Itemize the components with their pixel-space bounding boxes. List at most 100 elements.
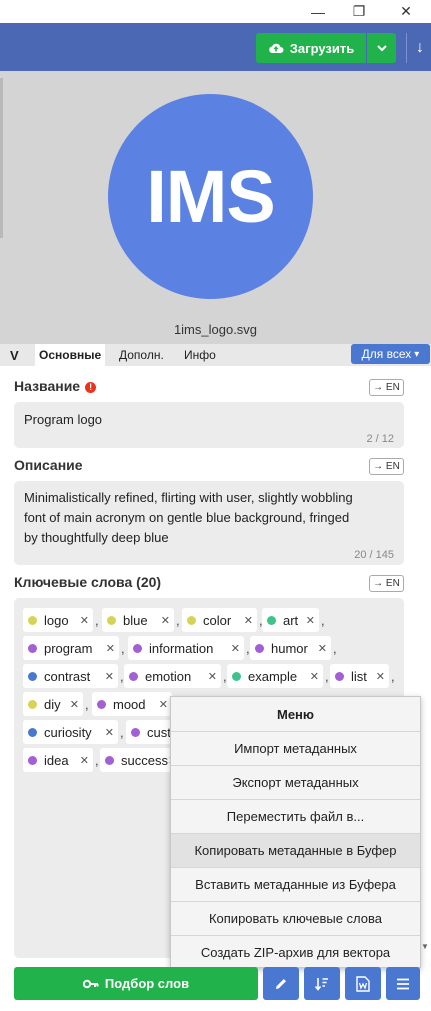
remove-keyword-icon[interactable]: ✕	[106, 642, 115, 655]
keyword-color-dot	[133, 643, 142, 653]
menu-item-copy-metadata[interactable]: Копировать метаданные в Буфер	[171, 833, 420, 867]
keyword-color-dot	[335, 671, 344, 681]
keyword-chip[interactable]: cust✕	[126, 720, 180, 744]
pencil-icon	[276, 978, 286, 989]
keyword-separator: ,	[121, 641, 125, 656]
pick-words-button[interactable]: Подбор слов	[14, 967, 258, 1000]
menu-item-import-metadata[interactable]: Импорт метаданных	[171, 731, 420, 765]
word-doc-icon	[356, 975, 370, 992]
keyword-text: art	[283, 612, 299, 628]
menu-button[interactable]	[386, 967, 420, 1000]
keywords-translate-button[interactable]: → EN	[369, 575, 404, 592]
chevron-down-icon: ▾	[414, 348, 420, 360]
keyword-chip[interactable]: contrast ✕	[23, 664, 118, 688]
description-line: Minimalistically refined, flirting with …	[24, 490, 353, 505]
keyword-chip[interactable]: emotion ✕	[124, 664, 221, 688]
keyword-color-dot	[28, 755, 37, 765]
sort-button[interactable]	[304, 967, 340, 1000]
keyword-separator: ,	[333, 641, 337, 656]
remove-keyword-icon[interactable]: ✕	[80, 754, 89, 767]
keyword-chip[interactable]: program ✕	[23, 636, 119, 660]
menu-title: Меню	[276, 706, 314, 722]
remove-keyword-icon[interactable]: ✕	[318, 642, 327, 655]
keyword-color-dot	[131, 727, 140, 737]
down-arrow-button[interactable]: ↓	[410, 33, 430, 63]
menu-item-move-file[interactable]: Переместить файл в...	[171, 799, 420, 833]
keyword-color-dot	[232, 671, 241, 681]
description-translate-button[interactable]: → EN	[369, 458, 404, 475]
keyword-chip[interactable]: idea ✕	[23, 748, 93, 772]
scroll-down-arrow-icon[interactable]: ▼	[421, 942, 429, 952]
keyword-text: humor	[271, 640, 308, 656]
remove-keyword-icon[interactable]: ✕	[105, 670, 114, 683]
remove-keyword-icon[interactable]: ✕	[231, 642, 240, 655]
keyword-chip[interactable]: diy ✕	[23, 692, 83, 716]
upload-button[interactable]: Загрузить	[256, 33, 366, 63]
remove-keyword-icon[interactable]: ✕	[161, 614, 170, 627]
keyword-chip[interactable]: curiosity ✕	[23, 720, 118, 744]
remove-keyword-icon[interactable]: ✕	[105, 726, 114, 739]
keywords-heading: Ключевые слова (20)	[14, 574, 161, 590]
chevron-down-icon	[376, 44, 387, 51]
keyword-chip[interactable]: color ✕	[182, 608, 257, 632]
keyword-text: idea	[44, 752, 69, 768]
keyword-color-dot	[105, 755, 114, 765]
keyword-separator: ,	[321, 613, 325, 628]
remove-keyword-icon[interactable]: ✕	[244, 614, 253, 627]
keyword-text: diy	[44, 696, 61, 712]
tab-info[interactable]: Инфо	[180, 344, 220, 366]
description-heading: Описание	[14, 457, 83, 473]
edit-button[interactable]	[263, 967, 299, 1000]
file-name: 1ims_logo.svg	[173, 322, 258, 337]
remove-keyword-icon[interactable]: ✕	[306, 614, 315, 627]
hamburger-menu-icon	[397, 978, 409, 989]
menu-item-create-zip[interactable]: Создать ZIP-архив для вектора	[171, 935, 420, 969]
menu-item-paste-metadata[interactable]: Вставить метаданные из Буфера	[171, 867, 420, 901]
menu-item-copy-keywords[interactable]: Копировать ключевые слова	[171, 901, 420, 935]
close-window-button[interactable]: ✕	[391, 0, 421, 23]
keyword-color-dot	[28, 727, 37, 737]
tab-additional[interactable]: Дополн.	[115, 344, 168, 366]
keyword-chip[interactable]: information ✕	[128, 636, 244, 660]
keyword-color-dot	[107, 615, 116, 625]
keyword-separator: ,	[176, 613, 180, 628]
keyword-color-dot	[28, 699, 37, 709]
tab-main[interactable]: Основные	[35, 344, 106, 366]
preview-scrollbar[interactable]	[0, 78, 3, 238]
title-field[interactable]: Program logo 2 / 12	[14, 402, 404, 448]
toolbar-divider	[406, 33, 407, 63]
keyword-chip[interactable]: example ✕	[227, 664, 323, 688]
keyword-chip[interactable]: success✕	[100, 748, 177, 772]
remove-keyword-icon[interactable]: ✕	[310, 670, 319, 683]
remove-keyword-icon[interactable]: ✕	[80, 614, 89, 627]
keyword-color-dot	[97, 699, 106, 709]
description-line: by thoughtfully deep blue	[24, 530, 169, 545]
restore-button[interactable]: ❐	[344, 0, 374, 23]
remove-keyword-icon[interactable]: ✕	[159, 698, 168, 711]
remove-keyword-icon[interactable]: ✕	[208, 670, 217, 683]
tab-additional-label: Дополн.	[119, 348, 164, 362]
keywords-label: Ключевые слова (20)	[14, 574, 162, 590]
keyword-chip[interactable]: mood ✕	[92, 692, 172, 716]
description-line: font of main acronym on gentle blue back…	[24, 510, 350, 525]
description-field[interactable]: Minimalistically refined, flirting with …	[14, 481, 404, 565]
keyword-chip[interactable]: humor ✕	[250, 636, 331, 660]
upload-options-button[interactable]	[367, 33, 396, 63]
sort-icon	[314, 977, 328, 991]
minimize-button[interactable]: —	[303, 0, 333, 23]
scope-label: Для всех	[361, 347, 412, 361]
restore-icon: ❐	[352, 3, 366, 19]
keyword-chip[interactable]: art ✕	[262, 608, 319, 632]
keyword-chip[interactable]: blue ✕	[102, 608, 174, 632]
keyword-color-dot	[267, 615, 276, 625]
word-export-button[interactable]	[345, 967, 381, 1000]
context-menu: Меню Импорт метаданных Экспорт метаданны…	[170, 696, 421, 968]
keyword-chip[interactable]: list ✕	[330, 664, 389, 688]
menu-item-export-metadata[interactable]: Экспорт метаданных	[171, 765, 420, 799]
upload-label: Загрузить	[289, 40, 355, 56]
title-translate-button[interactable]: → EN	[369, 379, 404, 396]
remove-keyword-icon[interactable]: ✕	[70, 698, 79, 711]
remove-keyword-icon[interactable]: ✕	[376, 670, 385, 683]
keyword-chip[interactable]: logo ✕	[23, 608, 93, 632]
scope-dropdown[interactable]: Для всех ▾	[351, 344, 430, 364]
